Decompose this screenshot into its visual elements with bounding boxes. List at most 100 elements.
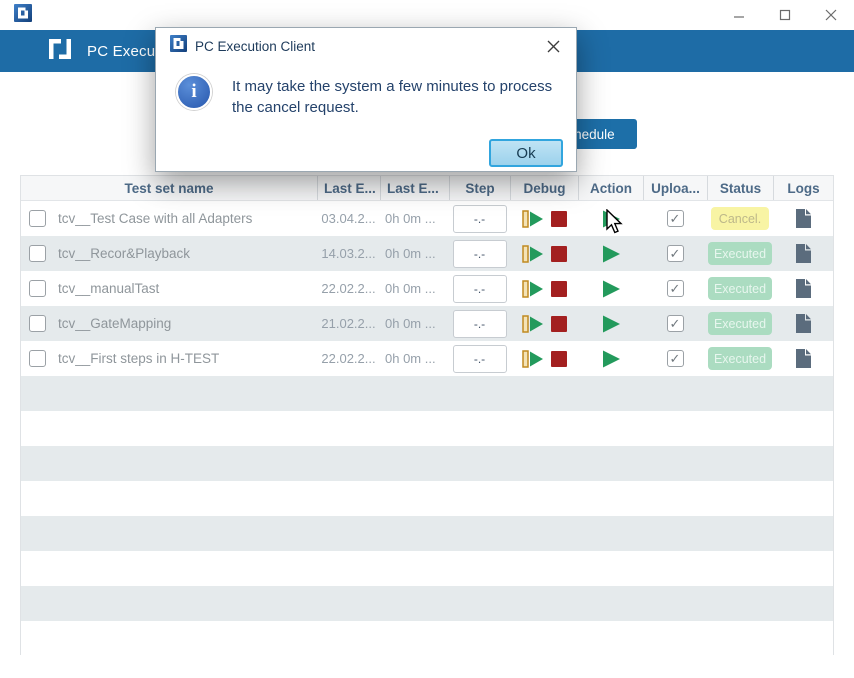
column-header-upload[interactable]: Uploa... <box>643 176 707 200</box>
row-select-checkbox[interactable] <box>29 315 46 332</box>
empty-table-row <box>21 376 833 411</box>
upload-checkbox[interactable]: ✓ <box>667 280 684 297</box>
maximize-button[interactable] <box>762 0 808 30</box>
debug-stop-button[interactable] <box>551 246 567 262</box>
table-row: tcv__GateMapping 21.02.2... 0h 0m ... ✓ … <box>21 306 833 341</box>
play-icon <box>601 279 621 299</box>
step-input[interactable] <box>453 310 507 338</box>
status-badge: Executed <box>708 242 772 265</box>
step-input[interactable] <box>453 240 507 268</box>
empty-table-row <box>21 621 833 656</box>
dialog-titlebar: PC Execution Client <box>156 28 576 64</box>
step-input[interactable] <box>453 275 507 303</box>
file-logs-icon <box>795 243 812 264</box>
last-exec-date: 21.02.2... <box>321 316 375 331</box>
dialog-body: i It may take the system a few minutes t… <box>156 64 576 118</box>
logs-button[interactable] <box>795 208 812 229</box>
close-button[interactable] <box>808 0 854 30</box>
column-header-step[interactable]: Step <box>449 176 510 200</box>
debug-resume-icon <box>522 245 544 263</box>
action-run-button[interactable] <box>601 314 621 334</box>
test-set-name: tcv__GateMapping <box>58 316 171 331</box>
table-row: tcv__manualTast 22.02.2... 0h 0m ... ✓ E… <box>21 271 833 306</box>
column-header-last-exec-date[interactable]: Last E... <box>317 176 380 200</box>
logs-button[interactable] <box>795 348 812 369</box>
column-header-last-exec-duration[interactable]: Last E... <box>380 176 449 200</box>
play-icon <box>601 209 621 229</box>
last-exec-date: 03.04.2... <box>321 211 375 226</box>
debug-resume-icon <box>522 350 544 368</box>
debug-stop-button[interactable] <box>551 281 567 297</box>
test-set-name: tcv__First steps in H-TEST <box>58 351 219 366</box>
status-badge: Cancel. <box>711 207 769 230</box>
debug-resume-button[interactable] <box>522 315 544 333</box>
stop-icon <box>551 316 567 332</box>
empty-table-row <box>21 446 833 481</box>
upload-checkbox[interactable]: ✓ <box>667 245 684 262</box>
step-input[interactable] <box>453 345 507 373</box>
action-run-button[interactable] <box>601 279 621 299</box>
ok-button[interactable]: Ok <box>489 139 563 167</box>
dialog-close-icon[interactable] <box>540 33 566 59</box>
upload-checkbox[interactable]: ✓ <box>667 210 684 227</box>
window-controls <box>716 0 854 30</box>
table-row: tcv__Recor&Playback 14.03.2... 0h 0m ...… <box>21 236 833 271</box>
debug-resume-button[interactable] <box>522 280 544 298</box>
app-window-icon <box>14 4 32 27</box>
row-select-checkbox[interactable] <box>29 280 46 297</box>
empty-table-row <box>21 586 833 621</box>
step-input[interactable] <box>453 205 507 233</box>
test-set-name: tcv__Recor&Playback <box>58 246 190 261</box>
file-logs-icon <box>795 278 812 299</box>
column-header-logs[interactable]: Logs <box>773 176 833 200</box>
minimize-button[interactable] <box>716 0 762 30</box>
column-header-test-set-name[interactable]: Test set name <box>21 176 317 200</box>
stop-icon <box>551 351 567 367</box>
status-badge: Executed <box>708 277 772 300</box>
column-header-status[interactable]: Status <box>707 176 773 200</box>
row-select-checkbox[interactable] <box>29 210 46 227</box>
last-exec-duration: 0h 0m ... <box>385 281 436 296</box>
dialog-title: PC Execution Client <box>195 39 315 54</box>
logs-button[interactable] <box>795 278 812 299</box>
debug-resume-button[interactable] <box>522 350 544 368</box>
upload-checkbox[interactable]: ✓ <box>667 315 684 332</box>
dialog-app-icon <box>170 35 187 57</box>
last-exec-date: 14.03.2... <box>321 246 375 261</box>
debug-resume-icon <box>522 280 544 298</box>
last-exec-duration: 0h 0m ... <box>385 211 436 226</box>
debug-stop-button[interactable] <box>551 316 567 332</box>
table-body: tcv__Test Case with all Adapters 03.04.2… <box>21 201 833 656</box>
row-select-checkbox[interactable] <box>29 350 46 367</box>
empty-table-row <box>21 411 833 446</box>
action-run-button[interactable] <box>601 244 621 264</box>
stop-icon <box>551 281 567 297</box>
row-select-checkbox[interactable] <box>29 245 46 262</box>
debug-resume-button[interactable] <box>522 210 544 228</box>
column-header-debug[interactable]: Debug <box>510 176 578 200</box>
app-logo-icon <box>45 34 75 69</box>
upload-checkbox[interactable]: ✓ <box>667 350 684 367</box>
column-header-action[interactable]: Action <box>578 176 643 200</box>
test-set-table: Test set name Last E... Last E... Step D… <box>20 175 834 655</box>
play-icon <box>601 244 621 264</box>
window-titlebar <box>0 0 854 30</box>
logs-button[interactable] <box>795 313 812 334</box>
action-run-button[interactable] <box>601 209 621 229</box>
last-exec-duration: 0h 0m ... <box>385 246 436 261</box>
debug-stop-button[interactable] <box>551 211 567 227</box>
last-exec-duration: 0h 0m ... <box>385 316 436 331</box>
empty-table-row <box>21 516 833 551</box>
last-exec-date: 22.02.2... <box>321 351 375 366</box>
play-icon <box>601 349 621 369</box>
debug-stop-button[interactable] <box>551 351 567 367</box>
file-logs-icon <box>795 313 812 334</box>
cancel-info-dialog: PC Execution Client i It may take the sy… <box>155 27 577 172</box>
dialog-message: It may take the system a few minutes to … <box>232 74 560 118</box>
status-badge: Executed <box>708 347 772 370</box>
empty-table-row <box>21 481 833 516</box>
action-run-button[interactable] <box>601 349 621 369</box>
logs-button[interactable] <box>795 243 812 264</box>
last-exec-duration: 0h 0m ... <box>385 351 436 366</box>
debug-resume-button[interactable] <box>522 245 544 263</box>
